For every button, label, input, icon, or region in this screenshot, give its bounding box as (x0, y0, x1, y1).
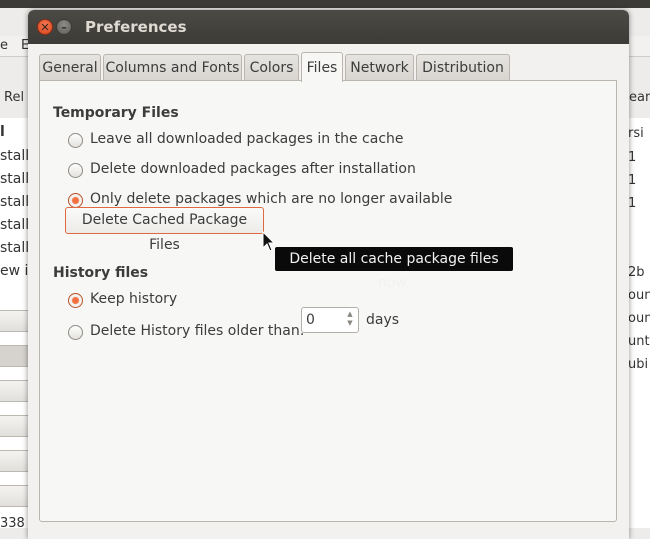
history-days-spinbox[interactable]: ▲ ▼ (301, 307, 359, 333)
list-item: 2b (628, 265, 645, 280)
background-column-header: rsi (628, 126, 644, 141)
background-sidebar-button[interactable] (0, 345, 29, 367)
list-item[interactable]: stall (0, 240, 29, 256)
list-item[interactable]: stall (0, 217, 29, 233)
tab-files[interactable]: Files (301, 52, 343, 82)
background-list-header: l (0, 124, 5, 140)
minimize-icon: – (61, 21, 67, 34)
chevron-up-icon[interactable]: ▲ (344, 310, 356, 319)
tab-network[interactable]: Network (345, 54, 414, 80)
list-item: oun (628, 311, 650, 326)
mouse-pointer-icon (262, 231, 276, 252)
background-sidebar-button[interactable] (0, 450, 29, 472)
background-menu-item[interactable]: e (0, 38, 8, 53)
radio-label[interactable]: Keep history (90, 291, 177, 307)
radio-label[interactable]: Delete History files older than: (90, 323, 304, 339)
tab-columns-and-fonts[interactable]: Columns and Fonts (103, 54, 242, 80)
background-sidebar-button[interactable] (0, 485, 29, 507)
tab-colors[interactable]: Colors (244, 54, 299, 80)
dialog-titlebar[interactable]: ✕ – Preferences (28, 10, 629, 44)
list-item: 1 (628, 196, 637, 211)
chevron-down-icon[interactable]: ▼ (344, 319, 356, 328)
list-item[interactable]: stall (0, 171, 29, 187)
desktop-top-bar (0, 0, 650, 8)
tab-general[interactable]: General (39, 54, 101, 80)
list-item: unt (628, 334, 650, 349)
background-status-text: 338 (0, 516, 25, 531)
tab-distribution[interactable]: Distribution (416, 54, 510, 80)
minimize-button[interactable]: – (56, 19, 72, 35)
radio-label[interactable]: Delete downloaded packages after install… (90, 161, 416, 177)
delete-cached-package-files-button[interactable]: Delete Cached Package Files (65, 207, 264, 253)
radio-button-selected-icon[interactable] (68, 193, 83, 208)
preferences-dialog: ✕ – Preferences General Columns and Font… (28, 10, 629, 539)
tooltip: Delete all cache package files now. (275, 247, 513, 291)
background-sidebar-button[interactable] (0, 310, 29, 332)
list-item: 1 (628, 173, 637, 188)
background-reload-label[interactable]: Rel (4, 90, 24, 105)
background-sidebar-button[interactable] (0, 380, 29, 402)
list-item: 1 (628, 150, 637, 165)
background-search-label[interactable]: ear (629, 90, 650, 105)
list-item: oun (628, 288, 650, 303)
days-unit-label: days (366, 312, 400, 328)
list-item[interactable]: stall (0, 148, 29, 164)
close-icon: ✕ (40, 21, 50, 34)
list-item[interactable]: stall (0, 194, 29, 210)
radio-label[interactable]: Leave all downloaded packages in the cac… (90, 131, 404, 147)
radio-button-selected-icon[interactable] (68, 293, 83, 308)
files-tab-panel: Temporary Files Leave all downloaded pac… (39, 80, 617, 522)
background-sidebar-button[interactable] (0, 415, 29, 437)
list-item: ubi (628, 357, 649, 372)
radio-button-icon[interactable] (68, 133, 83, 148)
radio-button-icon[interactable] (68, 163, 83, 178)
spin-arrows[interactable]: ▲ ▼ (344, 310, 356, 330)
dialog-title: Preferences (85, 18, 187, 36)
list-item[interactable]: ew i (0, 263, 28, 279)
radio-label[interactable]: Only delete packages which are no longer… (90, 191, 452, 207)
temporary-files-heading: Temporary Files (53, 105, 179, 121)
radio-button-icon[interactable] (68, 325, 83, 340)
history-days-input[interactable] (306, 310, 338, 330)
close-button[interactable]: ✕ (37, 19, 53, 35)
history-files-heading: History files (53, 265, 149, 281)
